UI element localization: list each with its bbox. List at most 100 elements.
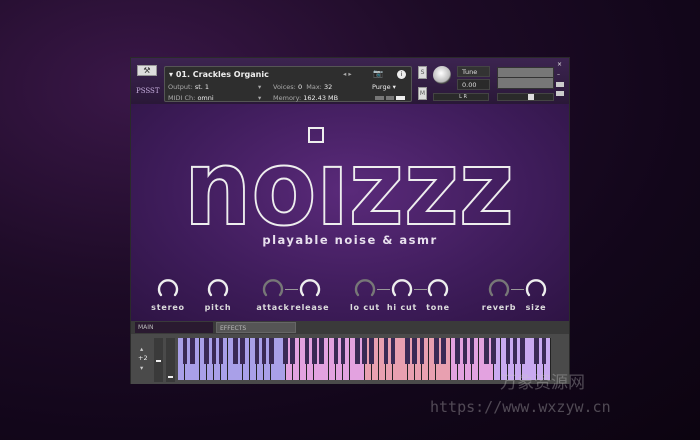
black-key[interactable] — [484, 338, 489, 364]
black-key[interactable] — [534, 338, 539, 364]
main-panel: noızzz playable noise & asmr stereo pitch… — [131, 104, 569, 321]
midi-label: MIDI Ch: — [168, 94, 196, 102]
volume-slider[interactable] — [497, 93, 554, 101]
black-key[interactable] — [261, 338, 267, 364]
knob-link — [414, 289, 427, 290]
black-key[interactable] — [204, 338, 209, 364]
instrument-header: ⚒ PSSST ▾ 01. Crackles Organic ◂ ▸ 📷 i O… — [131, 58, 569, 104]
output-label: Output: — [168, 83, 193, 91]
black-key[interactable] — [405, 338, 410, 364]
black-key[interactable] — [311, 338, 317, 364]
memory-label: Memory: — [273, 94, 302, 102]
black-key[interactable] — [340, 338, 346, 364]
chevron-down-icon[interactable]: ▾ — [258, 83, 261, 91]
knob-release[interactable] — [298, 276, 322, 300]
black-key[interactable] — [369, 338, 374, 364]
wrench-icon[interactable]: ⚒ — [137, 65, 157, 76]
black-key[interactable] — [182, 338, 188, 364]
chevron-down-icon[interactable]: ▾ — [258, 94, 261, 102]
black-key[interactable] — [433, 338, 439, 364]
tune-knob[interactable] — [433, 66, 451, 84]
mod-wheel[interactable] — [166, 338, 175, 382]
black-key[interactable] — [211, 338, 217, 364]
tab-bar: MAIN EFFECTS — [131, 321, 569, 334]
black-key[interactable] — [541, 338, 547, 364]
knob-tone[interactable] — [426, 276, 450, 300]
black-key[interactable] — [520, 338, 525, 364]
output-value: st. 1 — [194, 83, 210, 91]
level-meter — [497, 67, 554, 89]
black-key[interactable] — [240, 338, 245, 364]
output-selector[interactable]: Output: st. 1 — [168, 83, 209, 91]
black-key[interactable] — [333, 338, 339, 364]
info-icon[interactable]: i — [397, 70, 406, 79]
black-key[interactable] — [469, 338, 475, 364]
instrument-name[interactable]: ▾ 01. Crackles Organic — [169, 70, 269, 79]
pitch-wheel[interactable] — [154, 338, 163, 382]
pan-slider[interactable]: L R — [433, 93, 489, 101]
knob-link — [511, 289, 524, 290]
knob-pitch[interactable] — [206, 276, 230, 300]
knob-size[interactable] — [524, 276, 548, 300]
minimize-icon[interactable]: – — [557, 71, 560, 78]
black-key[interactable] — [254, 338, 260, 364]
knob-hi-cut[interactable] — [390, 276, 414, 300]
voices-label: Voices: — [273, 83, 296, 91]
kontakt-instrument-window: ⚒ PSSST ▾ 01. Crackles Organic ◂ ▸ 📷 i O… — [130, 57, 570, 384]
tune-value[interactable]: 0.00 — [457, 79, 490, 90]
knob-label: size — [525, 303, 547, 312]
piano-keyboard[interactable] — [178, 338, 551, 380]
black-key[interactable] — [383, 338, 389, 364]
black-key[interactable] — [412, 338, 417, 364]
knob-label: tone — [426, 303, 450, 312]
knob-link — [285, 289, 298, 290]
midi-channel-selector[interactable]: MIDI Ch: omni — [168, 94, 214, 102]
solo-button[interactable]: S — [418, 66, 427, 79]
voices-value: 0 — [297, 83, 303, 91]
max-value[interactable]: 32 — [324, 83, 332, 91]
aux-icon[interactable] — [556, 82, 564, 87]
black-key[interactable] — [390, 338, 396, 364]
prev-next-arrows[interactable]: ◂ ▸ — [343, 70, 352, 78]
black-key[interactable] — [441, 338, 446, 364]
tune-label: Tune — [457, 66, 490, 77]
knob-attack[interactable] — [261, 276, 285, 300]
mute-button[interactable]: M — [418, 87, 427, 100]
black-key[interactable] — [419, 338, 425, 364]
voices-display: Voices: 0 Max: 32 — [273, 83, 332, 91]
purge-menu[interactable]: Purge ▾ — [372, 83, 396, 91]
black-key[interactable] — [190, 338, 195, 364]
black-key[interactable] — [362, 338, 367, 364]
tab-main[interactable]: MAIN — [135, 322, 213, 333]
pv-icon[interactable] — [556, 91, 564, 96]
black-key[interactable] — [218, 338, 224, 364]
watermark-cn: 万象资源网 — [500, 373, 585, 393]
close-icon[interactable]: × — [557, 61, 562, 68]
instrument-name-text: 01. Crackles Organic — [175, 70, 269, 79]
memory-value: 162.43 MB — [303, 94, 339, 102]
knob-link — [377, 289, 390, 290]
black-key[interactable] — [233, 338, 238, 364]
max-label: Max: — [306, 83, 322, 91]
black-key[interactable] — [512, 338, 518, 364]
black-key[interactable] — [304, 338, 310, 364]
svg-text:noızzz: noızzz — [184, 127, 514, 232]
black-key[interactable] — [455, 338, 461, 364]
black-key[interactable] — [268, 338, 274, 364]
knob-stereo[interactable] — [156, 276, 180, 300]
camera-icon[interactable]: 📷 — [373, 69, 383, 78]
octave-down-icon[interactable]: ▾ — [140, 364, 143, 372]
black-key[interactable] — [290, 338, 296, 364]
knob-lo-cut[interactable] — [353, 276, 377, 300]
black-key[interactable] — [505, 338, 511, 364]
octave-up-icon[interactable]: ▴ — [140, 345, 143, 353]
black-key[interactable] — [283, 338, 288, 364]
black-key[interactable] — [319, 338, 324, 364]
black-key[interactable] — [355, 338, 360, 364]
black-key[interactable] — [462, 338, 468, 364]
instrument-info-panel: ▾ 01. Crackles Organic ◂ ▸ 📷 i Output: s… — [164, 66, 412, 102]
knob-label: pitch — [204, 303, 232, 312]
knob-reverb[interactable] — [487, 276, 511, 300]
tab-effects[interactable]: EFFECTS — [216, 322, 296, 333]
black-key[interactable] — [491, 338, 496, 364]
